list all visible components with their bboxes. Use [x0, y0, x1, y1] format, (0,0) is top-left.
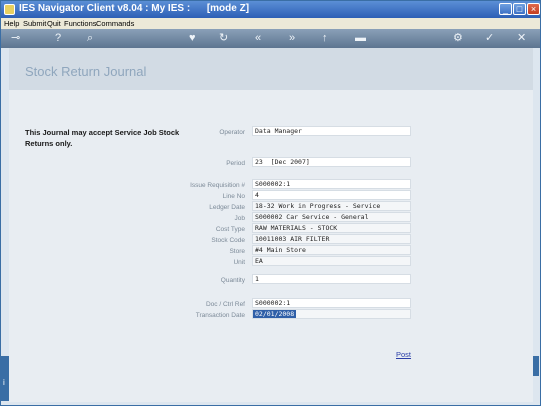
- period-field[interactable]: 23 [Dec 2007]: [252, 157, 411, 167]
- doc-ref-label: Doc / Ctrl Ref: [205, 301, 245, 308]
- close-icon[interactable]: ✕: [517, 32, 526, 44]
- job-field[interactable]: S000002 Car Service - General: [252, 212, 411, 222]
- heart-icon[interactable]: ♥: [189, 32, 196, 44]
- ledger-date-field[interactable]: 18-32 Work in Progress - Service: [252, 201, 411, 211]
- menu-submit[interactable]: Submit: [23, 19, 46, 28]
- menu-quit[interactable]: Quit: [47, 19, 61, 28]
- rewind-icon[interactable]: «: [255, 32, 261, 44]
- menu-commands[interactable]: Commands: [96, 19, 134, 28]
- line-no-field[interactable]: 4: [252, 190, 411, 200]
- store-field[interactable]: #4 Main Store: [252, 245, 411, 255]
- operator-field[interactable]: Data Manager: [252, 126, 411, 136]
- transaction-date-label: Transaction Date: [195, 312, 245, 319]
- unit-field[interactable]: EA: [252, 256, 411, 266]
- left-sidebar-strip: i: [1, 356, 9, 401]
- gear-icon[interactable]: ⚙: [453, 32, 463, 44]
- transaction-date-value: 02/01/2008: [253, 310, 297, 318]
- refresh-icon[interactable]: ↻: [219, 32, 228, 44]
- minimize-button[interactable]: _: [499, 3, 512, 15]
- fast-forward-icon[interactable]: »: [289, 32, 295, 44]
- title-bar: IES Navigator Client v8.04 : My IES : [m…: [1, 1, 540, 18]
- period-label: Period: [226, 160, 245, 167]
- page-title: Stock Return Journal: [25, 64, 147, 79]
- toolbar: ⊸ ? ⌕ ♥ ↻ « » ↑ ▬ ⚙ ✓ ✕: [1, 29, 540, 48]
- cost-type-label: Cost Type: [215, 226, 245, 233]
- window-title: IES Navigator Client v8.04 : My IES : [m…: [19, 3, 250, 14]
- cost-type-field[interactable]: RAW MATERIALS - STOCK: [252, 223, 411, 233]
- quantity-label: Quantity: [220, 277, 245, 284]
- header-band: Stock Return Journal: [9, 48, 533, 90]
- issue-requisition-label: Issue Requisition #: [190, 182, 245, 189]
- menu-functions[interactable]: Functions: [64, 19, 97, 28]
- upload-icon[interactable]: ↑: [322, 32, 328, 44]
- close-window-button[interactable]: ×: [527, 3, 540, 15]
- menu-bar: Help Submit Quit Functions Commands: [1, 18, 540, 29]
- minus-icon[interactable]: ▬: [355, 32, 366, 44]
- right-sidebar-strip: [533, 356, 539, 376]
- quantity-field[interactable]: 1: [252, 274, 411, 284]
- transaction-date-field[interactable]: 02/01/2008: [252, 309, 411, 319]
- main-content: Stock Return Journal This Journal may ac…: [9, 48, 533, 402]
- menu-help[interactable]: Help: [4, 19, 19, 28]
- app-window: IES Navigator Client v8.04 : My IES : [m…: [0, 0, 541, 406]
- job-label: Job: [234, 215, 245, 222]
- post-link[interactable]: Post: [396, 350, 411, 359]
- stock-code-label: Stock Code: [211, 237, 245, 244]
- check-icon[interactable]: ✓: [485, 32, 494, 44]
- search-icon[interactable]: ⌕: [87, 32, 93, 44]
- key-icon[interactable]: ⊸: [11, 32, 20, 44]
- ledger-date-label: Ledger Date: [209, 204, 245, 211]
- app-icon: [4, 4, 15, 15]
- operator-label: Operator: [219, 129, 245, 136]
- help-icon[interactable]: ?: [55, 32, 61, 44]
- info-icon[interactable]: i: [3, 378, 5, 387]
- doc-ref-field[interactable]: S000002:1: [252, 298, 411, 308]
- issue-requisition-field[interactable]: S000002:1: [252, 179, 411, 189]
- stock-code-field[interactable]: 10011003 AIR FILTER: [252, 234, 411, 244]
- line-no-label: Line No: [222, 193, 245, 200]
- maximize-button[interactable]: □: [513, 3, 526, 15]
- store-label: Store: [229, 248, 245, 255]
- unit-label: Unit: [233, 259, 245, 266]
